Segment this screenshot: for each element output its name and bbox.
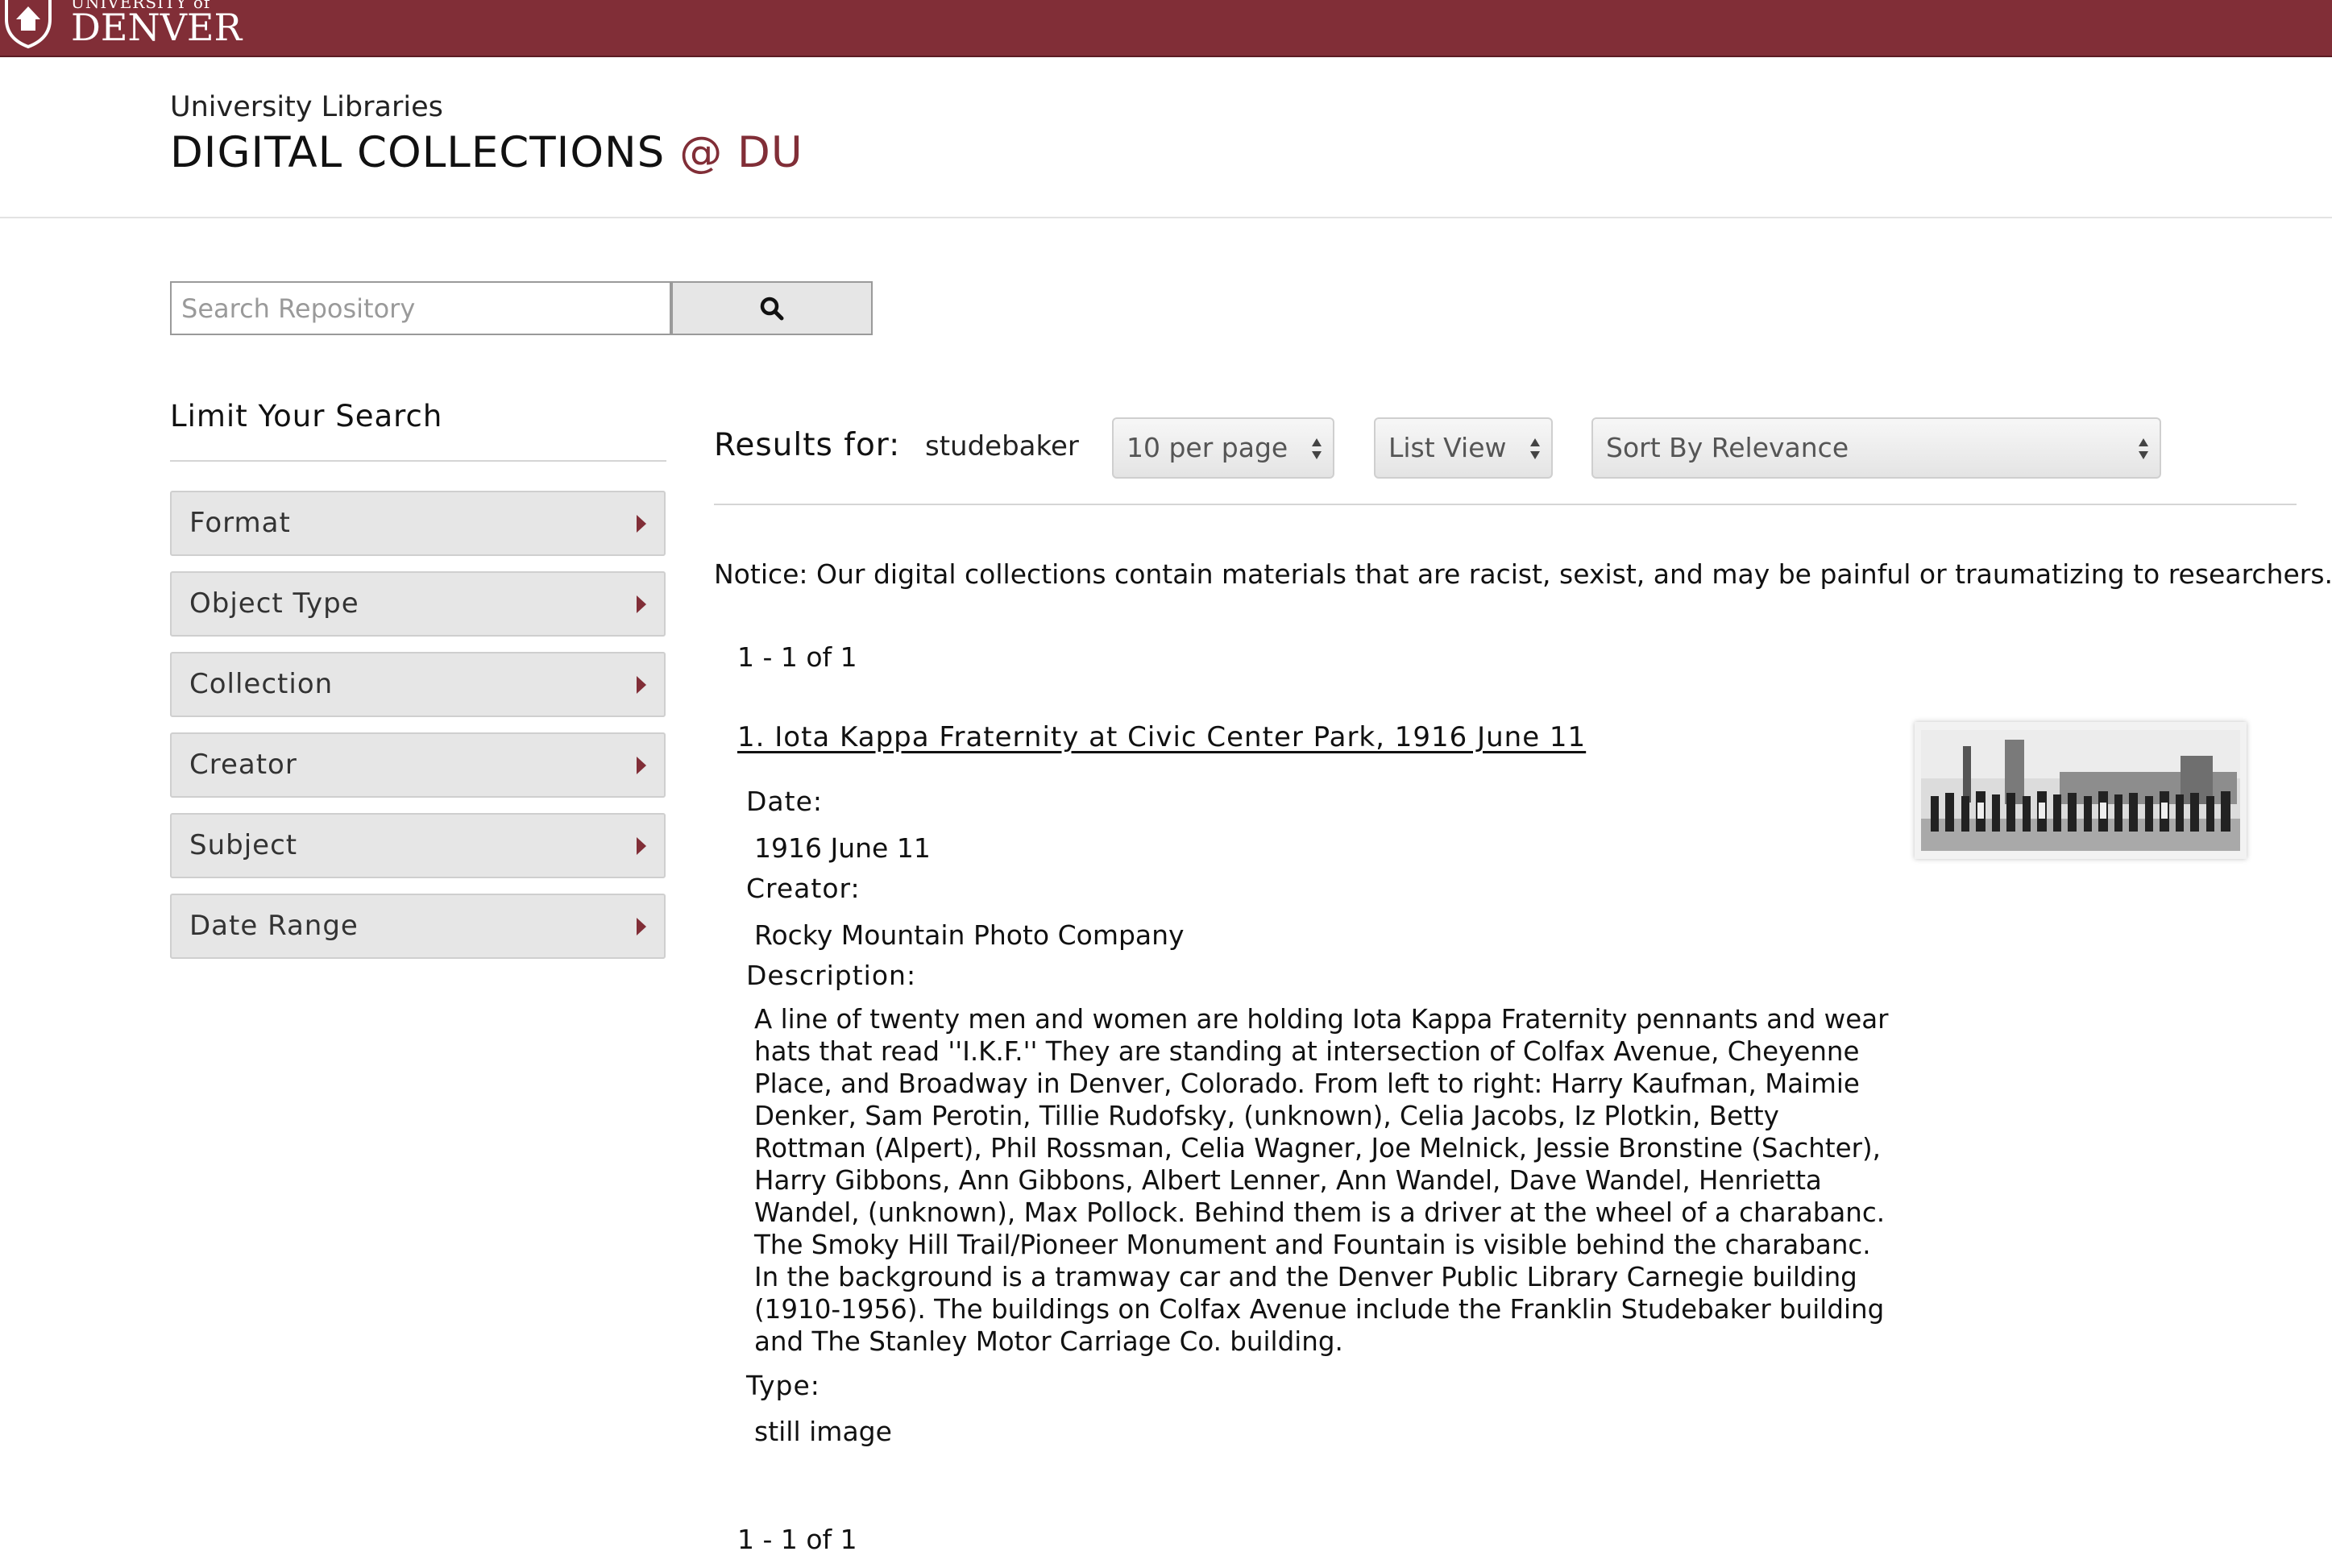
facet-creator[interactable]: Creator [170, 732, 666, 798]
sort-value: Sort By Relevance [1606, 432, 1849, 463]
search-query: studebaker [925, 430, 1079, 463]
title-main: DIGITAL COLLECTIONS [170, 128, 666, 177]
type-value: still image [754, 1416, 892, 1447]
result-count-top: 1 - 1 of 1 [737, 641, 857, 673]
site-header: University Libraries DIGITAL COLLECTIONS… [0, 57, 2332, 218]
title-accent: @ DU [679, 128, 803, 177]
result-thumbnail[interactable] [1915, 722, 2247, 859]
facet-label: Creator [189, 749, 297, 781]
select-arrows-icon [2139, 438, 2148, 459]
caret-right-icon [637, 837, 646, 855]
sort-select[interactable]: Sort By Relevance [1591, 417, 2161, 479]
university-wordmark: UNIVERSITY of DENVER [71, 0, 242, 46]
type-label: Type: [746, 1370, 820, 1401]
facet-collection[interactable]: Collection [170, 652, 666, 717]
view-value: List View [1388, 432, 1507, 463]
facet-label: Format [189, 507, 291, 539]
page-title[interactable]: DIGITAL COLLECTIONS @ DU [170, 128, 803, 177]
description-text: A line of twenty men and women are holdi… [754, 1004, 1889, 1357]
divider [170, 460, 666, 462]
creator-value: Rocky Mountain Photo Company [754, 919, 1185, 951]
caret-right-icon [637, 676, 646, 694]
search-button[interactable] [671, 281, 873, 335]
facet-label: Collection [189, 668, 334, 700]
facet-label: Subject [189, 829, 298, 861]
caret-right-icon [637, 918, 646, 935]
select-arrows-icon [1530, 438, 1540, 459]
result-title-link[interactable]: 1. Iota Kappa Fraternity at Civic Center… [737, 721, 1586, 753]
description-label: Description: [746, 960, 917, 991]
divider [714, 504, 2297, 505]
per-page-value: 10 per page [1127, 432, 1288, 463]
wordmark-denver: DENVER [71, 6, 243, 49]
date-value: 1916 June 11 [754, 832, 931, 864]
caret-right-icon [637, 757, 646, 774]
limit-search-heading: Limit Your Search [170, 399, 443, 433]
facet-date-range[interactable]: Date Range [170, 894, 666, 959]
creator-label: Creator: [746, 873, 861, 904]
results-for-label: Results for: [714, 427, 901, 463]
select-arrows-icon [1312, 438, 1322, 459]
facet-object-type[interactable]: Object Type [170, 571, 666, 637]
view-select[interactable]: List View [1374, 417, 1553, 479]
facet-label: Object Type [189, 587, 359, 620]
library-label: University Libraries [170, 91, 443, 123]
per-page-select[interactable]: 10 per page [1112, 417, 1334, 479]
photo-thumbnail-image [1915, 722, 2247, 859]
content-notice: Notice: Our digital collections contain … [714, 558, 2332, 590]
search-icon [760, 297, 784, 320]
top-brand-bar: UNIVERSITY of DENVER [0, 0, 2332, 57]
caret-right-icon [637, 595, 646, 613]
caret-right-icon [637, 515, 646, 533]
shield-icon [5, 0, 52, 48]
result-count-bottom: 1 - 1 of 1 [737, 1524, 857, 1555]
facet-subject[interactable]: Subject [170, 813, 666, 878]
facet-label: Date Range [189, 910, 359, 942]
facet-format[interactable]: Format [170, 491, 666, 556]
university-logo[interactable]: UNIVERSITY of DENVER [0, 0, 242, 48]
date-label: Date: [746, 786, 823, 817]
search-input[interactable] [170, 281, 671, 335]
